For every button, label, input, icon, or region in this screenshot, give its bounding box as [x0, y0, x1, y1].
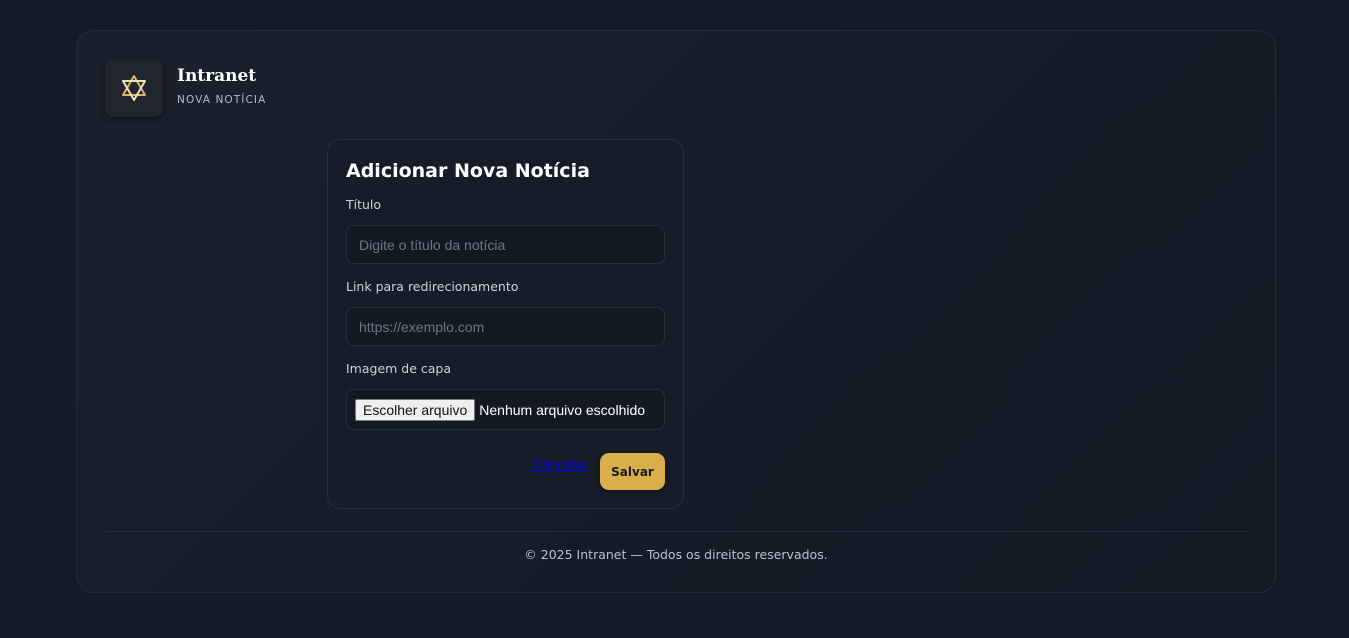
- app-title: Intranet: [177, 66, 257, 86]
- link-label: Link para redirecionamento: [346, 279, 519, 294]
- form-actions: Cancelar Salvar: [532, 453, 665, 490]
- cancel-link[interactable]: Cancelar: [532, 456, 588, 472]
- save-button[interactable]: Salvar: [600, 453, 665, 490]
- form-heading: Adicionar Nova Notícia: [346, 160, 590, 182]
- title-label: Título: [346, 197, 382, 212]
- choose-file-button[interactable]: Escolher arquivo: [355, 398, 476, 421]
- title-input[interactable]: [346, 225, 665, 264]
- footer-divider: [105, 531, 1247, 532]
- link-input[interactable]: [346, 307, 665, 346]
- main-panel: Intranet NOVA NOTÍCIA Adicionar Nova Not…: [76, 30, 1276, 593]
- logo: [105, 59, 163, 117]
- news-form-card: Adicionar Nova Notícia Título Link para …: [327, 139, 684, 509]
- brand-header: Intranet NOVA NOTÍCIA: [105, 59, 266, 117]
- file-status: Nenhum arquivo escolhido: [479, 401, 646, 418]
- cover-image-file-input: Escolher arquivo Nenhum arquivo escolhid…: [346, 389, 665, 430]
- footer-text: © 2025 Intranet — Todos os direitos rese…: [524, 547, 828, 562]
- star-of-david-icon: [122, 75, 146, 101]
- cover-image-label: Imagem de capa: [346, 361, 452, 376]
- page-subtitle: NOVA NOTÍCIA: [177, 94, 267, 106]
